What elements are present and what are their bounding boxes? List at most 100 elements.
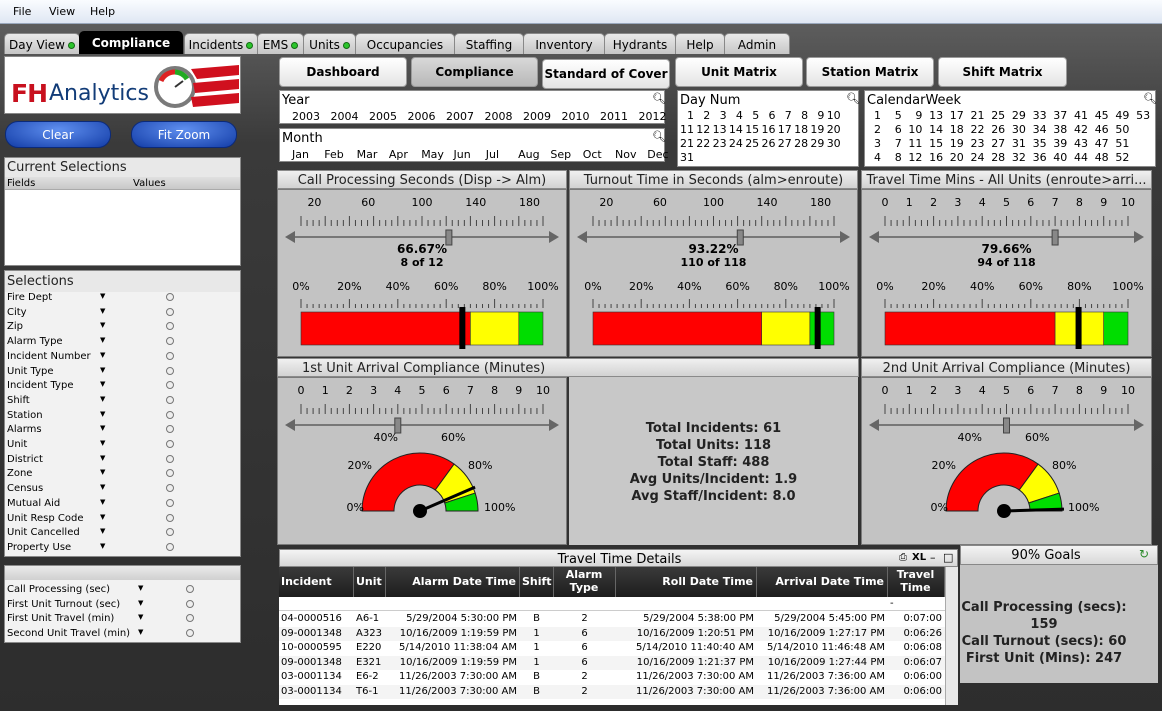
list-value[interactable]: 45	[1091, 109, 1109, 122]
dropdown-arrow-icon[interactable]: ▼	[138, 599, 143, 607]
list-value[interactable]: 50	[1111, 123, 1129, 136]
list-value[interactable]: 22	[692, 137, 710, 150]
list-value[interactable]: May	[421, 148, 444, 161]
selection-field-station[interactable]: Station ▼	[5, 409, 239, 423]
radio-indicator-icon[interactable]	[166, 513, 174, 522]
list-value[interactable]: 46	[1091, 123, 1109, 136]
column-header-unit[interactable]: Unit	[354, 567, 386, 597]
search-icon[interactable]: 🔍︎	[652, 92, 666, 105]
radio-indicator-icon[interactable]	[166, 498, 174, 507]
dashboard-button[interactable]: Dashboard	[279, 57, 407, 87]
selection-field-incident-type[interactable]: Incident Type ▼	[5, 379, 239, 393]
list-value[interactable]: 19	[806, 123, 824, 136]
list-value[interactable]: 48	[1091, 151, 1109, 164]
list-value[interactable]: 29	[1008, 109, 1026, 122]
list-value[interactable]: 14	[925, 123, 943, 136]
list-value[interactable]: 24	[725, 137, 743, 150]
list-value[interactable]: 2012	[639, 110, 667, 123]
list-value[interactable]: Feb	[324, 148, 343, 161]
list-value[interactable]: 26	[987, 123, 1005, 136]
list-value[interactable]: 2008	[485, 110, 513, 123]
list-value[interactable]: 2004	[331, 110, 359, 123]
dropdown-arrow-icon[interactable]: ▼	[100, 380, 105, 388]
dropdown-arrow-icon[interactable]: ▼	[138, 584, 143, 592]
list-value[interactable]: 37	[1049, 109, 1067, 122]
list-value[interactable]: 2	[692, 109, 710, 122]
list-value[interactable]: 20	[823, 123, 841, 136]
menu-help[interactable]: Help	[90, 5, 115, 18]
list-value[interactable]: 14	[725, 123, 743, 136]
list-value[interactable]: 26	[758, 137, 776, 150]
list-value[interactable]: Dec	[647, 148, 668, 161]
metric-selector-0[interactable]: Call Processing (sec) ▼	[5, 583, 239, 597]
radio-indicator-icon[interactable]	[166, 484, 174, 493]
dropdown-arrow-icon[interactable]: ▼	[100, 483, 105, 491]
list-value[interactable]: 33	[1029, 109, 1047, 122]
list-value[interactable]: 34	[1029, 123, 1047, 136]
tab-inventory[interactable]: Inventory	[523, 33, 605, 54]
unit-matrix-button[interactable]: Unit Matrix	[675, 57, 803, 87]
radio-indicator-icon[interactable]	[166, 337, 174, 346]
list-value[interactable]: 2009	[523, 110, 551, 123]
maximize-icon[interactable]: □	[943, 551, 953, 564]
search-icon[interactable]: 🔍︎	[846, 92, 860, 105]
column-header-alarm-type[interactable]: Alarm Type	[554, 567, 616, 597]
table-scrollbar[interactable]	[945, 567, 958, 705]
dropdown-arrow-icon[interactable]: ▼	[100, 468, 105, 476]
list-value[interactable]: 1	[676, 109, 694, 122]
tab-occupancies[interactable]: Occupancies	[355, 33, 455, 54]
selection-field-incident-number[interactable]: Incident Number ▼	[5, 350, 239, 364]
list-value[interactable]: 31	[676, 151, 694, 164]
selection-field-property-use[interactable]: Property Use ▼	[5, 541, 239, 555]
radio-indicator-icon[interactable]	[166, 542, 174, 551]
excel-export-icon[interactable]: XL	[912, 552, 926, 563]
dropdown-arrow-icon[interactable]: ▼	[100, 395, 105, 403]
list-value[interactable]: 1	[863, 109, 881, 122]
search-icon[interactable]: 🔍︎	[652, 130, 666, 143]
list-value[interactable]: 12	[904, 151, 922, 164]
tab-help[interactable]: Help	[675, 33, 725, 54]
dropdown-arrow-icon[interactable]: ▼	[100, 292, 105, 300]
list-value[interactable]: 21	[967, 109, 985, 122]
radio-indicator-icon[interactable]	[166, 410, 174, 419]
list-value[interactable]: 16	[758, 123, 776, 136]
dropdown-arrow-icon[interactable]: ▼	[100, 336, 105, 344]
list-value[interactable]: 19	[946, 137, 964, 150]
list-value[interactable]: 22	[967, 123, 985, 136]
radio-indicator-icon[interactable]	[166, 395, 174, 404]
list-value[interactable]: 15	[741, 123, 759, 136]
list-value[interactable]: Mar	[357, 148, 378, 161]
selection-field-census[interactable]: Census ▼	[5, 482, 239, 496]
list-value[interactable]: 6	[758, 109, 776, 122]
metric-selector-2[interactable]: First Unit Travel (min) ▼	[5, 612, 239, 626]
list-value[interactable]: 11	[676, 123, 694, 136]
list-value[interactable]: 3	[709, 109, 727, 122]
list-value[interactable]: Jan	[292, 148, 309, 161]
list-value[interactable]: 20	[946, 151, 964, 164]
list-value[interactable]: 44	[1070, 151, 1088, 164]
radio-indicator-icon[interactable]	[186, 599, 194, 608]
list-value[interactable]: 16	[925, 151, 943, 164]
list-value[interactable]: 49	[1111, 109, 1129, 122]
radio-indicator-icon[interactable]	[186, 629, 194, 638]
list-value[interactable]: 39	[1049, 137, 1067, 150]
list-value[interactable]: 23	[967, 137, 985, 150]
list-value[interactable]: 27	[987, 137, 1005, 150]
dropdown-arrow-icon[interactable]: ▼	[100, 498, 105, 506]
list-value[interactable]: 41	[1070, 109, 1088, 122]
tab-units[interactable]: Units	[303, 33, 356, 54]
list-value[interactable]: 6	[884, 123, 902, 136]
list-value[interactable]: 21	[676, 137, 694, 150]
tab-hydrants[interactable]: Hydrants	[604, 33, 676, 54]
list-value[interactable]: 2011	[600, 110, 628, 123]
radio-indicator-icon[interactable]	[186, 614, 194, 623]
column-header-incident[interactable]: Incident	[279, 567, 354, 597]
list-value[interactable]: 25	[741, 137, 759, 150]
list-value[interactable]: 27	[774, 137, 792, 150]
menu-view[interactable]: View	[49, 5, 75, 18]
column-header-alarm-date-time[interactable]: Alarm Date Time	[386, 567, 520, 597]
minimize-icon[interactable]: –	[930, 551, 936, 564]
list-value[interactable]: 2005	[369, 110, 397, 123]
dropdown-arrow-icon[interactable]: ▼	[138, 628, 143, 636]
dropdown-arrow-icon[interactable]: ▼	[100, 321, 105, 329]
